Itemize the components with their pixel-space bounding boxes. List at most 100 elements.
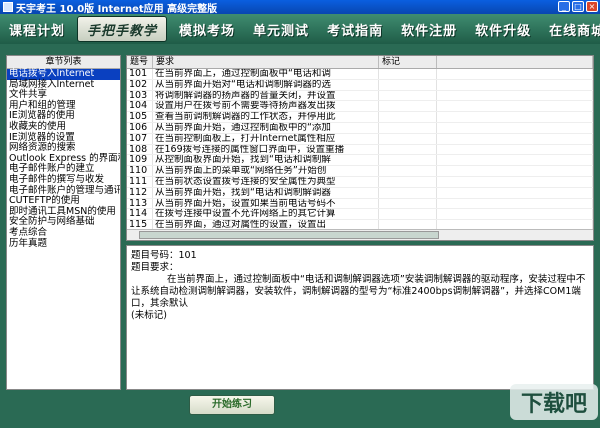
question-number-cell: 102 — [127, 79, 153, 90]
question-requirement-cell: 从当前界面开始，设置如果当前电话号码不 — [153, 198, 379, 209]
question-mark-cell — [379, 112, 437, 122]
main-toolbar: 课程计划 手把手教学 模拟考场 单元测试 考试指南 软件注册 软件升级 在线商城 — [0, 14, 600, 44]
toolbar-online-store[interactable]: 在线商城 — [540, 16, 600, 42]
question-detail-panel: 题目号码：101 题目要求： 在当前界面上，通过控制面板中“电话和调制解调器选项… — [126, 245, 594, 390]
chapter-item[interactable]: 收藏夹的使用 — [7, 121, 120, 133]
row-spacer-cell — [437, 101, 593, 112]
table-row[interactable]: 107 在当前控制面板上，打开Internet属性相应 — [127, 133, 593, 145]
question-number-cell: 108 — [127, 144, 153, 155]
table-row[interactable]: 101 在当前界面上，通过控制面板中“电话和调 — [127, 69, 593, 80]
column-header-mark[interactable]: 标记 — [379, 56, 437, 68]
table-row[interactable]: 109 从控制面板界面开始，找到“电话和调制解 — [127, 155, 593, 167]
question-requirement-cell: 在当前界面上，通过控制面板中“电话和调 — [153, 69, 379, 79]
question-mark-cell — [379, 209, 437, 220]
maximize-button[interactable]: □ — [572, 1, 584, 12]
chapter-list-panel[interactable]: 章节列表 电话拨号入Internet 局域网接入Internet 文件共享 用户和组的… — [6, 55, 121, 390]
question-number-cell: 113 — [127, 198, 153, 209]
question-mark-cell — [379, 155, 437, 166]
table-row[interactable]: 105 查看当前调制解调器的工作状态，并停用此 — [127, 112, 593, 123]
column-header-spacer — [437, 56, 593, 68]
question-mark-cell — [379, 144, 437, 155]
question-requirement-cell: 从控制面板界面开始，找到“电话和调制解 — [153, 155, 379, 166]
row-spacer-cell — [437, 187, 593, 198]
scrollbar-thumb[interactable] — [139, 231, 439, 239]
table-row[interactable]: 106 从当前界面开始，通过控制面板中的“添加 — [127, 122, 593, 134]
question-number-cell: 101 — [127, 69, 153, 79]
window-controls: _ □ × — [558, 1, 598, 12]
question-number-line: 题目号码：101 — [131, 250, 197, 261]
question-requirement-cell: 在拨号连接中设置不允许网络上的其它计算 — [153, 209, 379, 220]
window-title: 天宇考王 10.0版 Internet应用 高级完整版 — [16, 3, 218, 15]
table-row[interactable]: 108 在169拨号连接的属性窗口界面中，设置重播 — [127, 144, 593, 156]
toolbar-exam-guide[interactable]: 考试指南 — [318, 16, 392, 42]
table-body: 101 在当前界面上，通过控制面板中“电话和调 102 从当前界面开始对“电话和调制解… — [127, 69, 593, 231]
row-spacer-cell — [437, 155, 593, 166]
row-spacer-cell — [437, 122, 593, 133]
question-mark-cell — [379, 198, 437, 209]
table-row[interactable]: 110 从当前界面上的菜单或“网络任务”开始创 — [127, 166, 593, 177]
column-header-requirement[interactable]: 要求 — [153, 56, 379, 68]
table-row[interactable]: 104 设置用户在拨号前不需要等待扬声器发出拨 — [127, 101, 593, 113]
question-requirement-cell: 从当前界面开始，通过控制面板中的“添加 — [153, 122, 379, 133]
questions-table: 题号 要求 标记 101 在当前界面上，通过控制面板中“电话和调 102 从当前界面开… — [126, 55, 594, 241]
watermark-logo: 下载吧 — [510, 384, 598, 420]
question-number-cell: 112 — [127, 187, 153, 198]
question-number-cell: 109 — [127, 155, 153, 166]
row-spacer-cell — [437, 90, 593, 101]
row-spacer-cell — [437, 144, 593, 155]
question-mark-cell — [379, 69, 437, 79]
toolbar-mock-exam[interactable]: 模拟考场 — [170, 16, 244, 42]
question-requirement-cell: 从当前界面开始，找到“电话和调制解调器 — [153, 187, 379, 198]
minimize-button[interactable]: _ — [558, 1, 570, 12]
toolbar-unit-test[interactable]: 单元测试 — [244, 16, 318, 42]
question-mark-cell — [379, 122, 437, 133]
toolbar-software-register[interactable]: 软件注册 — [392, 16, 466, 42]
table-row[interactable]: 102 从当前界面开始对“电话和调制解调器的选 — [127, 79, 593, 91]
row-spacer-cell — [437, 79, 593, 90]
question-requirement-cell: 在当前状态设置拨号连接的安全属性为典型 — [153, 176, 379, 187]
question-requirement-cell: 从当前界面开始对“电话和调制解调器的选 — [153, 79, 379, 90]
horizontal-scrollbar[interactable] — [127, 229, 593, 240]
question-requirement-cell: 设置用户在拨号前不需要等待扬声器发出拨 — [153, 101, 379, 112]
question-requirement-cell: 在当前控制面板上，打开Internet属性相应 — [153, 133, 379, 144]
chapter-item[interactable]: 历年真题 — [7, 238, 120, 250]
question-mark-cell — [379, 176, 437, 187]
table-row[interactable]: 113 从当前界面开始，设置如果当前电话号码不 — [127, 198, 593, 210]
question-requirement-cell: 从当前界面上的菜单或“网络任务”开始创 — [153, 166, 379, 176]
table-header-row: 题号 要求 标记 — [127, 56, 593, 69]
start-practice-button[interactable]: 开始练习 — [189, 395, 275, 415]
question-requirement-label: 题目要求： — [131, 262, 179, 273]
question-requirement-text: 在当前界面上，通过控制面板中“电话和调制解调器选项”安装调制解调器的驱动程序，安… — [131, 274, 586, 309]
table-row[interactable]: 112 从当前界面开始，找到“电话和调制解调器 — [127, 187, 593, 199]
question-mark-cell — [379, 187, 437, 198]
table-row[interactable]: 114 在拨号连接中设置不允许网络上的其它计算 — [127, 209, 593, 221]
row-spacer-cell — [437, 112, 593, 122]
table-row[interactable]: 111 在当前状态设置拨号连接的安全属性为典型 — [127, 176, 593, 188]
question-number-cell: 105 — [127, 112, 153, 122]
table-row[interactable]: 103 将调制解调器的扬声器的音量关闭，并设置 — [127, 90, 593, 102]
row-spacer-cell — [437, 166, 593, 176]
question-number-cell: 114 — [127, 209, 153, 220]
question-mark-cell — [379, 79, 437, 90]
app-icon — [3, 2, 13, 12]
column-header-number[interactable]: 题号 — [127, 56, 153, 68]
row-spacer-cell — [437, 198, 593, 209]
question-requirement-cell: 在169拨号连接的属性窗口界面中，设置重播 — [153, 144, 379, 155]
toolbar-hands-on-teaching[interactable]: 手把手教学 — [77, 16, 168, 42]
row-spacer-cell — [437, 209, 593, 220]
question-number-cell: 107 — [127, 133, 153, 144]
chapter-item[interactable]: 考点综合 — [7, 227, 120, 239]
question-number-cell: 106 — [127, 122, 153, 133]
question-number-cell: 111 — [127, 176, 153, 187]
question-mark-cell — [379, 133, 437, 144]
question-mark-cell — [379, 90, 437, 101]
title-bar: 天宇考王 10.0版 Internet应用 高级完整版 _ □ × — [0, 0, 600, 15]
row-spacer-cell — [437, 69, 593, 79]
watermark-text: 下载吧 — [521, 391, 587, 417]
chapter-item[interactable]: 电话拨号入Internet — [7, 68, 120, 80]
close-button[interactable]: × — [586, 1, 598, 12]
question-number-cell: 103 — [127, 90, 153, 101]
toolbar-software-upgrade[interactable]: 软件升级 — [466, 16, 540, 42]
chapter-item[interactable]: 电子邮件的撰写与收发 — [7, 174, 120, 186]
toolbar-course-plan[interactable]: 课程计划 — [0, 16, 74, 42]
